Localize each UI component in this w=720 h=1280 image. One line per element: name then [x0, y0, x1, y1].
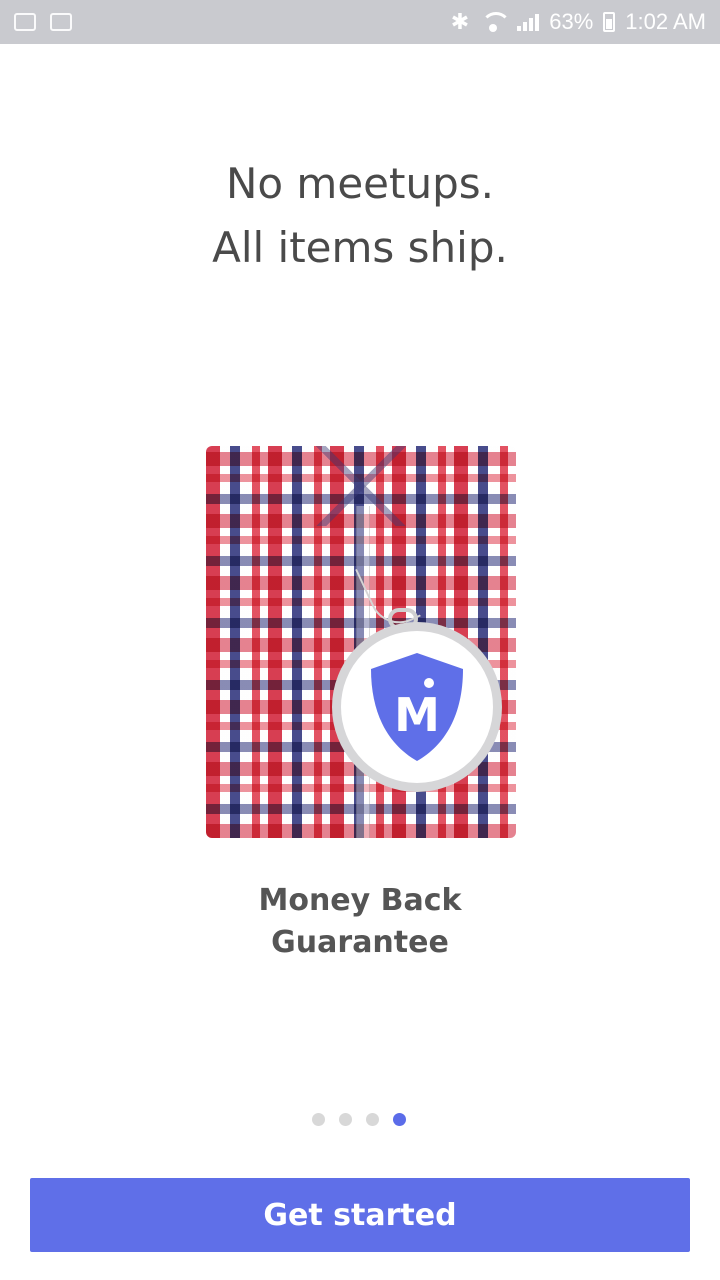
wifi-icon — [479, 12, 512, 32]
status-right: ✱ 63% 1:02 AM — [451, 9, 706, 35]
headline: No meetups. All items ship. — [120, 152, 600, 280]
caption-line-2: Guarantee — [271, 925, 449, 960]
guarantee-tag: M — [332, 622, 502, 792]
notification-icon-2 — [50, 13, 72, 31]
page-indicator[interactable] — [312, 1112, 406, 1126]
headline-line-2: All items ship. — [212, 223, 508, 272]
caption-line-1: Money Back — [258, 883, 462, 918]
caption: Money Back Guarantee — [230, 880, 490, 964]
plaid-shirt-image: M — [206, 446, 516, 838]
page-dot-4[interactable] — [393, 1112, 406, 1126]
status-left-icons — [14, 13, 72, 31]
page-dot-1[interactable] — [312, 1112, 325, 1126]
page-dot-2[interactable] — [339, 1112, 352, 1126]
headline-line-1: No meetups. — [225, 159, 495, 208]
battery-percent: 63% — [549, 9, 594, 34]
battery-icon — [603, 12, 616, 32]
signal-icon — [517, 13, 540, 31]
bluetooth-icon: ✱ — [450, 9, 470, 34]
status-bar: ✱ 63% 1:02 AM — [0, 0, 720, 44]
shield-icon: M — [365, 649, 469, 765]
page-dot-3[interactable] — [366, 1112, 379, 1126]
badge-letter: M — [394, 688, 440, 742]
clock: 1:02 AM — [625, 9, 706, 34]
notification-icon — [14, 13, 36, 31]
get-started-button[interactable]: Get started — [30, 1178, 690, 1252]
